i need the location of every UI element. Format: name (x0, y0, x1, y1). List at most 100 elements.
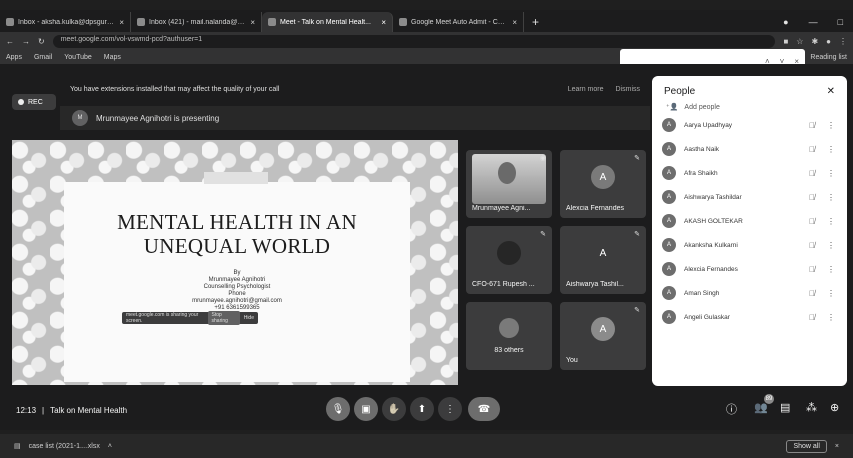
back-icon[interactable]: ← (6, 37, 14, 46)
camera-icon[interactable]: ■ (783, 37, 788, 46)
host-controls-icon[interactable]: ⊕ (830, 401, 839, 414)
new-tab-button[interactable]: + (524, 15, 547, 32)
participant-name: Aman Singh (684, 289, 720, 297)
browser-tab[interactable]: Inbox - aksha.kulka@dpsgurgaon... × (0, 12, 131, 32)
bookmark-gmail[interactable]: Gmail (34, 54, 52, 61)
list-item[interactable]: A Aishwarya Tashildar 🎙̸ ⋮ (652, 185, 847, 209)
close-icon[interactable]: × (512, 18, 517, 27)
more-vert-icon[interactable]: ⋮ (825, 265, 837, 274)
maximize-icon[interactable]: □ (838, 17, 843, 27)
self-tile[interactable]: ✎ A You (560, 302, 646, 370)
raise-hand-button[interactable]: ✋ (382, 397, 406, 421)
slide-phone-label: Phone (228, 291, 246, 297)
list-item[interactable]: A Akanksha Kulkarni 🎙̸ ⋮ (652, 233, 847, 257)
close-icon[interactable]: × (250, 18, 255, 27)
bookmark-maps[interactable]: Maps (104, 54, 121, 61)
mic-off-icon: ✎ (540, 231, 546, 238)
mic-off-icon: 🎙̸ (809, 312, 815, 322)
reading-list[interactable]: Reading list (810, 54, 847, 61)
more-options-button[interactable]: ⋮ (438, 397, 462, 421)
others-count: 83 others (494, 347, 524, 354)
more-vert-icon[interactable]: ⋮ (825, 289, 837, 298)
present-button[interactable]: ⬆ (410, 397, 434, 421)
stop-sharing-button[interactable]: Stop sharing (207, 311, 240, 325)
slide-email: mrunmayee.agnihotri@gmail.com (192, 298, 282, 304)
chevron-up-icon[interactable]: ˄ (108, 443, 112, 450)
others-tile[interactable]: 83 others (466, 302, 552, 370)
avatar: A (662, 262, 676, 276)
participant-tile[interactable]: ◉ Mrunmayee Agni... (466, 150, 552, 218)
download-item[interactable]: case list (2021-1....xlsx (29, 443, 100, 450)
leave-call-button[interactable]: ☎ (468, 397, 500, 421)
bookmark-youtube[interactable]: YouTube (64, 54, 92, 61)
participant-tile[interactable]: ✎ A Aishwarya Tashil... (560, 226, 646, 294)
menu-icon[interactable]: ⋮ (839, 37, 847, 46)
close-icon[interactable]: ✕ (827, 86, 835, 97)
star-icon[interactable]: ☆ (796, 37, 803, 46)
forward-icon[interactable]: → (22, 37, 30, 46)
dismiss-link[interactable]: Dismiss (616, 86, 641, 93)
chat-icon[interactable]: ▤ (780, 401, 790, 414)
close-icon[interactable]: × (835, 443, 839, 450)
browser-tab-active[interactable]: Meet - Talk on Mental Healt... × (262, 12, 393, 32)
tab-label: Meet - Talk on Mental Healt... (280, 18, 371, 26)
avatar: A (662, 286, 676, 300)
reload-icon[interactable]: ↻ (38, 37, 45, 46)
more-vert-icon[interactable]: ⋮ (825, 193, 837, 202)
url-input[interactable]: meet.google.com/vol-vswmd-pcd?authuser=1 (52, 34, 776, 48)
more-vert-icon[interactable]: ⋮ (825, 169, 837, 178)
info-icon[interactable]: ⓘ (726, 401, 737, 417)
banner-text: You have extensions installed that may a… (70, 85, 280, 93)
browser-tab[interactable]: Google Meet Auto Admit - Chr... × (393, 12, 524, 32)
meeting-details: 12:13 | Talk on Mental Health (16, 406, 127, 415)
list-item[interactable]: A AKASH GOLTEKAR 🎙̸ ⋮ (652, 209, 847, 233)
list-item[interactable]: A Aman Singh 🎙̸ ⋮ (652, 281, 847, 305)
more-vert-icon[interactable]: ⋮ (825, 121, 837, 130)
mic-off-icon: ✎ (634, 231, 640, 238)
more-vert-icon[interactable]: ⋮ (825, 145, 837, 154)
tab-label: Inbox - aksha.kulka@dpsgurgaon... (18, 18, 115, 26)
participant-name: Alexcia Fernandes (684, 265, 738, 273)
list-item[interactable]: A Afra Shaikh 🎙̸ ⋮ (652, 161, 847, 185)
record-dot-icon (18, 99, 24, 105)
learn-more-link[interactable]: Learn more (568, 86, 604, 93)
more-vert-icon[interactable]: ⋮ (825, 217, 837, 226)
list-item[interactable]: A Alexcia Fernandes 🎙̸ ⋮ (652, 257, 847, 281)
extensions-icon[interactable]: ✱ (811, 37, 818, 46)
add-people-button[interactable]: ⁺👤 Add people (652, 101, 847, 113)
bookmark-apps[interactable]: Apps (6, 54, 22, 61)
group-avatar-icon (499, 317, 519, 338)
profile-icon[interactable]: ● (826, 37, 831, 46)
avatar: A (662, 166, 676, 180)
more-vert-icon[interactable]: ⋮ (825, 313, 837, 322)
mic-off-icon: 🎙̸ (809, 288, 815, 298)
more-vert-icon[interactable]: ⋮ (825, 241, 837, 250)
presenting-bar: M Mrunmayee Agnihotri is presenting (60, 106, 650, 130)
record-icon[interactable]: ● (783, 17, 788, 27)
list-item[interactable]: A Angeli Gulaskar 🎙̸ ⋮ (652, 305, 847, 329)
mic-off-icon: 🎙̸ (809, 264, 815, 274)
mic-off-icon: 🎙̸ (809, 144, 815, 154)
participant-name: Aishwarya Tashildar (684, 193, 742, 201)
mic-off-button[interactable]: 🎙 (326, 397, 350, 421)
slide-by: By (233, 270, 241, 276)
presenting-text: Mrunmayee Agnihotri is presenting (96, 113, 220, 123)
mic-off-icon: ✎ (634, 307, 640, 314)
list-item[interactable]: A Aarya Upadhyay 🎙̸ ⋮ (652, 113, 847, 137)
camera-off-icon: ▣ (361, 403, 371, 415)
browser-tab[interactable]: Inbox (421) - mail.nalanda@gm... × (131, 12, 262, 32)
close-icon[interactable]: × (119, 18, 124, 27)
avatar: A (662, 214, 676, 228)
camera-off-button[interactable]: ▣ (354, 397, 378, 421)
participant-name: Aarya Upadhyay (684, 121, 733, 129)
hide-button[interactable]: Hide (244, 315, 254, 321)
activities-icon[interactable]: ⁂ (806, 401, 817, 414)
participant-tile[interactable]: ✎ CFO-671 Rupesh ... (466, 226, 552, 294)
mic-off-icon: 🎙̸ (809, 216, 815, 226)
participant-tile[interactable]: ✎ A Alexcia Fernandes (560, 150, 646, 218)
list-item[interactable]: A Aastha Naik 🎙̸ ⋮ (652, 137, 847, 161)
minimize-icon[interactable]: — (809, 17, 818, 27)
show-all-button[interactable]: Show all (786, 439, 827, 453)
close-icon[interactable]: × (381, 18, 386, 27)
separator: | (42, 406, 45, 415)
